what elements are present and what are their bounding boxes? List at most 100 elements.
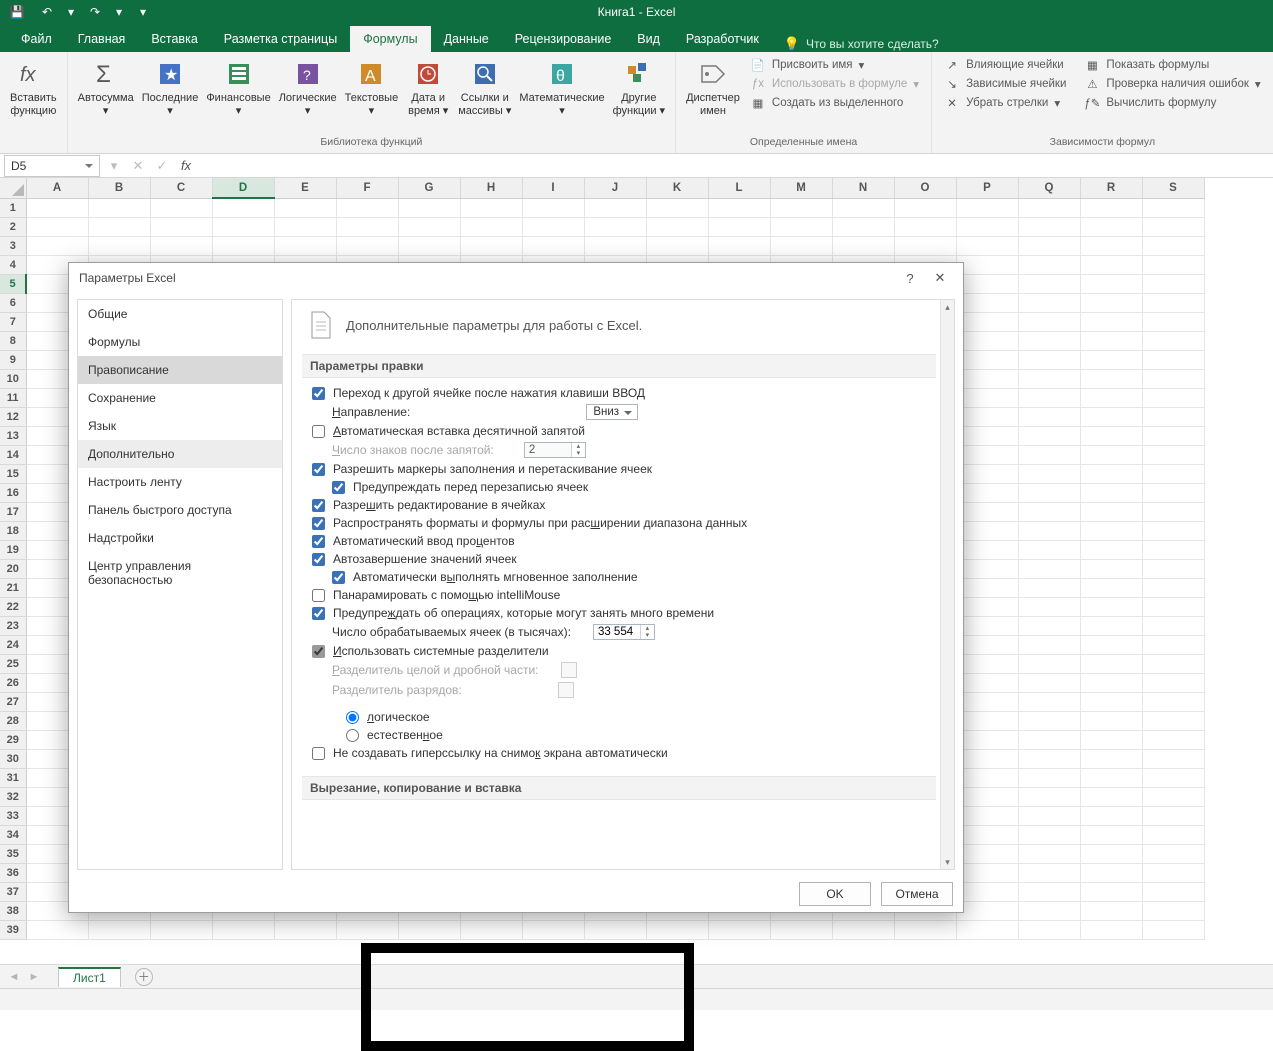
cell[interactable] — [1018, 331, 1080, 350]
cell[interactable] — [88, 217, 150, 236]
cell[interactable] — [1018, 863, 1080, 882]
cell[interactable] — [1018, 882, 1080, 901]
row-header[interactable]: 7 — [0, 312, 26, 331]
chk-fill-handle[interactable] — [312, 463, 325, 476]
cell[interactable] — [1142, 407, 1204, 426]
tab-formulas[interactable]: Формулы — [350, 26, 430, 52]
cell[interactable] — [1018, 768, 1080, 787]
cell[interactable] — [956, 293, 1018, 312]
row-header[interactable]: 33 — [0, 806, 26, 825]
row-header[interactable]: 31 — [0, 768, 26, 787]
cell[interactable] — [1142, 787, 1204, 806]
cell[interactable] — [1018, 673, 1080, 692]
cell[interactable] — [1018, 578, 1080, 597]
cell[interactable] — [956, 768, 1018, 787]
row-header[interactable]: 9 — [0, 350, 26, 369]
cell[interactable] — [1142, 426, 1204, 445]
cell[interactable] — [1018, 616, 1080, 635]
text-button[interactable]: AТекстовые▾ — [341, 56, 403, 119]
row-header[interactable]: 35 — [0, 844, 26, 863]
cell[interactable] — [1018, 787, 1080, 806]
nav-advanced[interactable]: Дополнительно — [78, 440, 282, 468]
row-header[interactable]: 26 — [0, 673, 26, 692]
cell[interactable] — [584, 198, 646, 217]
dec-places-spinner[interactable]: ▴▾ — [524, 442, 586, 458]
cell[interactable] — [708, 920, 770, 939]
cell[interactable] — [1018, 730, 1080, 749]
cell[interactable] — [956, 540, 1018, 559]
cell[interactable] — [1080, 635, 1142, 654]
cell[interactable] — [956, 521, 1018, 540]
radio-logical[interactable] — [346, 711, 359, 724]
cell[interactable] — [956, 236, 1018, 255]
cell[interactable] — [150, 217, 212, 236]
cell[interactable] — [1142, 749, 1204, 768]
cell[interactable] — [1142, 502, 1204, 521]
tab-review[interactable]: Рецензирование — [502, 26, 625, 52]
cell[interactable] — [1018, 825, 1080, 844]
cell[interactable] — [1142, 692, 1204, 711]
cell[interactable] — [88, 198, 150, 217]
column-header[interactable]: O — [894, 178, 956, 198]
chk-auto-percent[interactable] — [312, 535, 325, 548]
cell[interactable] — [336, 198, 398, 217]
cell[interactable] — [1018, 217, 1080, 236]
cell[interactable] — [1018, 407, 1080, 426]
cell[interactable] — [1080, 863, 1142, 882]
cell[interactable] — [646, 217, 708, 236]
tab-pagelayout[interactable]: Разметка страницы — [211, 26, 350, 52]
cell[interactable] — [1142, 274, 1204, 293]
cancel-button[interactable]: Отмена — [881, 882, 953, 906]
logical-button[interactable]: ?Логические▾ — [275, 56, 341, 119]
redo-icon[interactable]: ↷ — [84, 1, 106, 23]
cell[interactable] — [1018, 236, 1080, 255]
cell[interactable] — [708, 236, 770, 255]
name-manager-button[interactable]: Диспетчеримен — [682, 56, 744, 119]
column-header[interactable]: Q — [1018, 178, 1080, 198]
trace-dependents-button[interactable]: ↘︎Зависимые ячейки — [938, 75, 1072, 93]
cell[interactable] — [956, 730, 1018, 749]
row-header[interactable]: 3 — [0, 236, 26, 255]
cell[interactable] — [1080, 369, 1142, 388]
cell[interactable] — [956, 825, 1018, 844]
cell[interactable] — [1080, 331, 1142, 350]
cell[interactable] — [1018, 369, 1080, 388]
nav-quick-access[interactable]: Панель быстрого доступа — [78, 496, 282, 524]
row-header[interactable]: 34 — [0, 825, 26, 844]
cell[interactable] — [956, 673, 1018, 692]
cell[interactable] — [956, 711, 1018, 730]
tab-home[interactable]: Главная — [65, 26, 139, 52]
cell[interactable] — [1018, 901, 1080, 920]
column-header[interactable]: R — [1080, 178, 1142, 198]
remove-arrows-button[interactable]: ✕Убрать стрелки ▾ — [938, 94, 1072, 112]
cell[interactable] — [1018, 635, 1080, 654]
cell[interactable] — [1080, 882, 1142, 901]
cell[interactable] — [1080, 844, 1142, 863]
cell[interactable] — [1080, 559, 1142, 578]
cell[interactable] — [584, 217, 646, 236]
cell[interactable] — [460, 920, 522, 939]
cell[interactable] — [584, 236, 646, 255]
cell[interactable] — [1018, 350, 1080, 369]
chk-warn-long[interactable] — [312, 607, 325, 620]
cell[interactable] — [1142, 901, 1204, 920]
dialog-help-icon[interactable]: ? — [895, 266, 925, 290]
cell[interactable] — [1018, 445, 1080, 464]
cell[interactable] — [1080, 293, 1142, 312]
nav-trust-center[interactable]: Центр управления безопасностью — [78, 552, 282, 594]
cell[interactable] — [1142, 654, 1204, 673]
cell[interactable] — [1142, 483, 1204, 502]
cell[interactable] — [956, 806, 1018, 825]
cell[interactable] — [956, 312, 1018, 331]
cell[interactable] — [1142, 825, 1204, 844]
row-header[interactable]: 18 — [0, 521, 26, 540]
cell[interactable] — [1018, 920, 1080, 939]
radio-natural[interactable] — [346, 729, 359, 742]
row-header[interactable]: 1 — [0, 198, 26, 217]
column-header[interactable]: D — [212, 178, 274, 198]
cell[interactable] — [150, 198, 212, 217]
column-header[interactable]: C — [150, 178, 212, 198]
nav-proofing[interactable]: Правописание — [78, 356, 282, 384]
cell[interactable] — [1142, 635, 1204, 654]
cell[interactable] — [956, 901, 1018, 920]
